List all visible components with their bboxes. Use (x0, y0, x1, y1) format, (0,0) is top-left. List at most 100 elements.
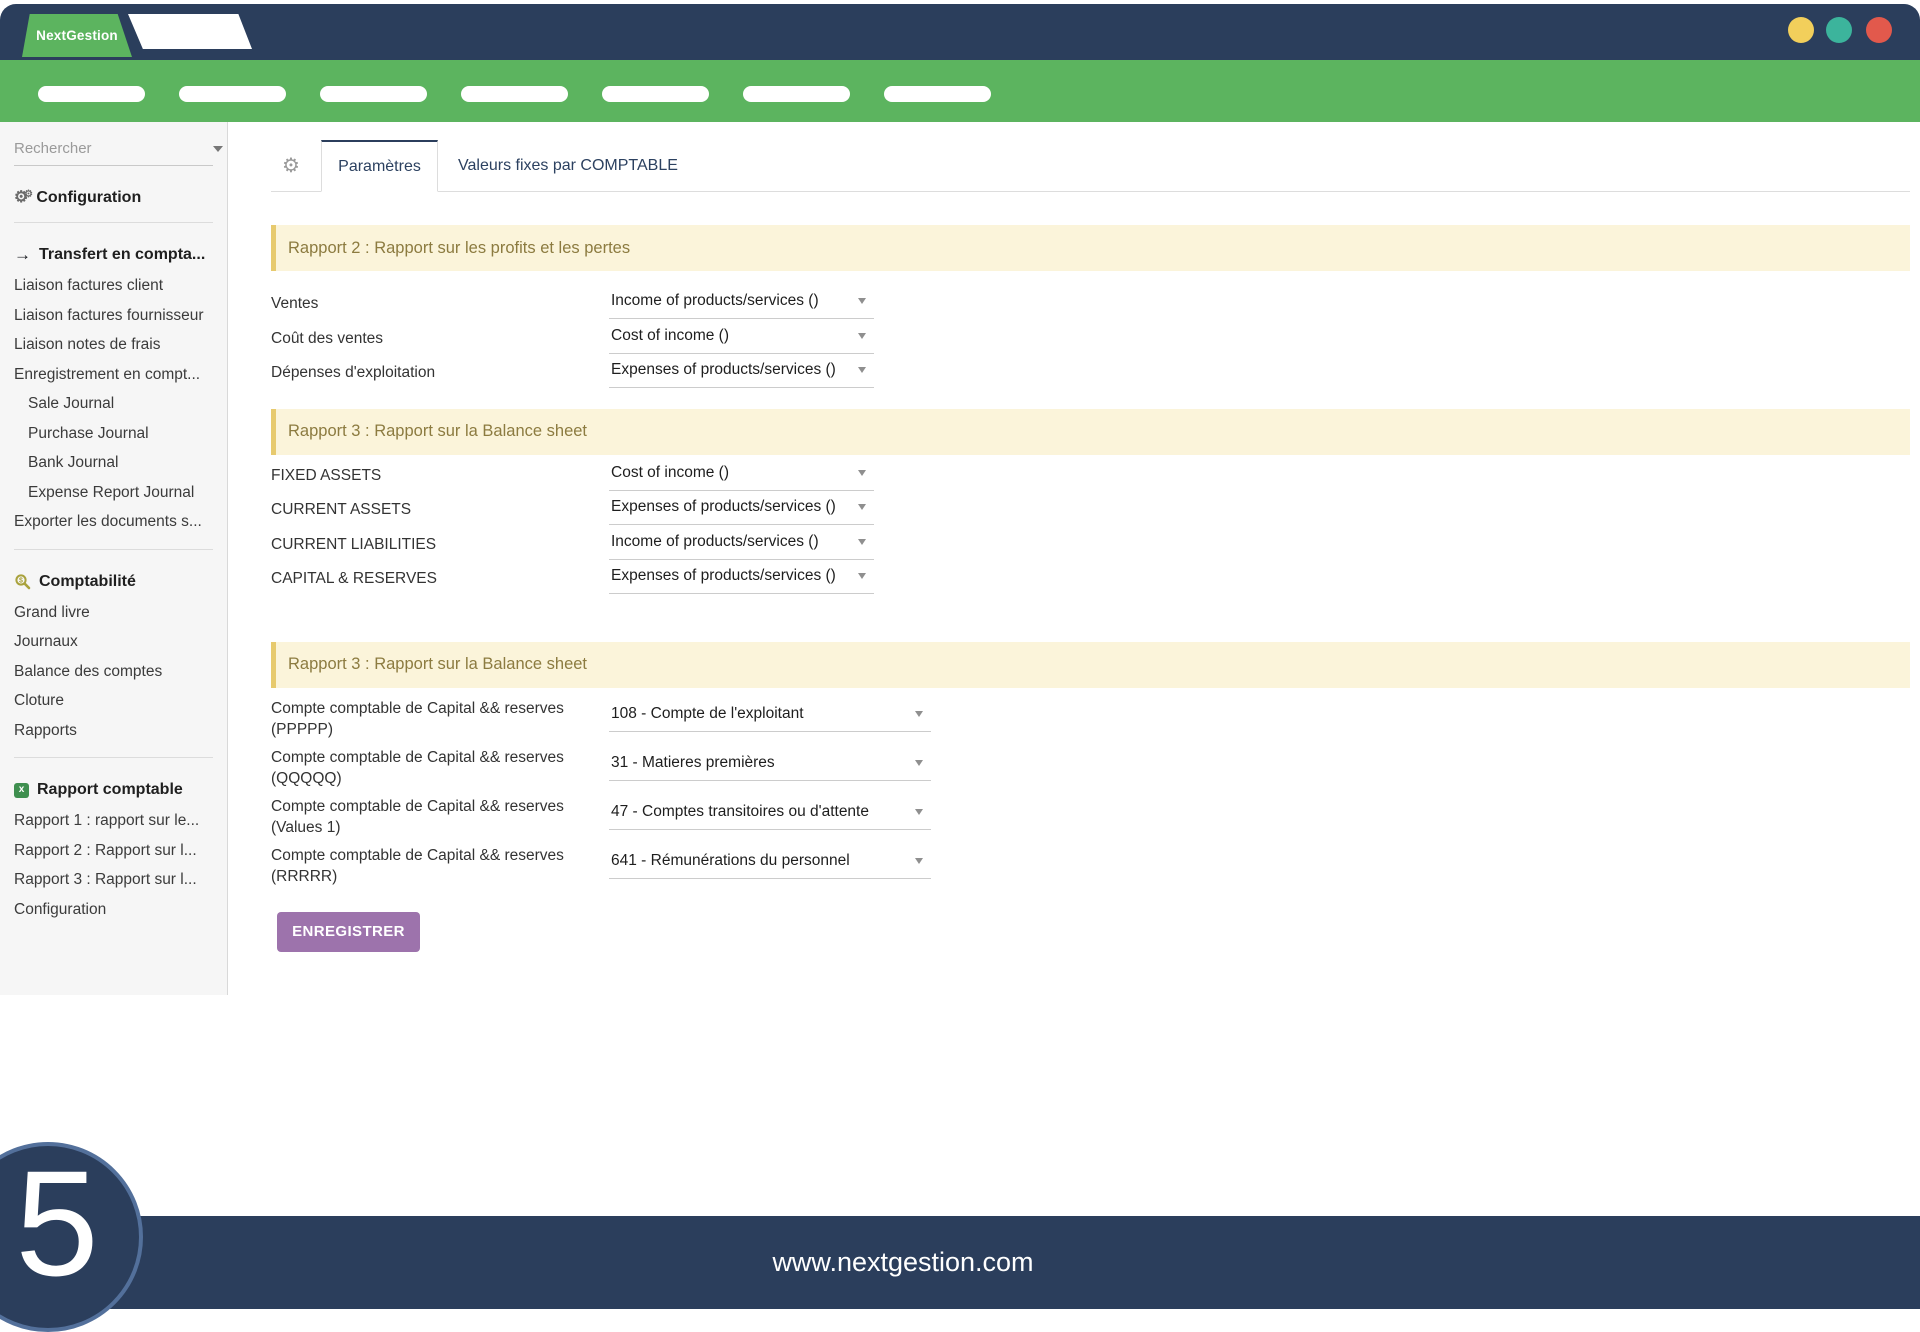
arrow-right-icon: → (14, 247, 31, 263)
capital-reserves-select[interactable]: Expenses of products/services () (609, 563, 874, 594)
compte-values-1-select[interactable]: 47 - Comptes transitoires ou d'attente (609, 799, 931, 830)
depenses-exploitation-select[interactable]: Expenses of products/services () (609, 357, 874, 388)
nav-pill-7[interactable] (884, 86, 991, 102)
chevron-down-icon (858, 298, 866, 304)
form-row: Compte comptable de Capital && reserves … (271, 794, 1910, 843)
compte-qqqqq-select[interactable]: 31 - Matieres premières (609, 750, 931, 781)
brand-label: NextGestion (36, 28, 118, 43)
tab-parametres[interactable]: Paramètres (321, 140, 438, 192)
sidebar-group-comptabilite[interactable]: $ Comptabilité (14, 570, 213, 594)
selected-value: 31 - Matieres premières (611, 754, 775, 772)
chevron-down-icon (915, 809, 923, 815)
settings-gear-button[interactable]: ⚙ (279, 140, 303, 191)
sidebar-divider (14, 222, 213, 223)
form-row: Compte comptable de Capital && reserves … (271, 745, 1910, 794)
current-liabilities-select[interactable]: Income of products/services () (609, 529, 874, 560)
excel-file-icon: x (14, 783, 29, 798)
selected-value: Income of products/services () (611, 292, 819, 310)
section-rows: Ventes Income of products/services () Co… (271, 288, 1910, 392)
selected-value: Expenses of products/services () (611, 498, 836, 516)
sidebar-item-sale-journal[interactable]: Sale Journal (12, 389, 215, 419)
selected-value: 47 - Comptes transitoires ou d'attente (611, 803, 869, 821)
window-title-bar (0, 4, 1920, 60)
sidebar-item-liaison-factures-fournisseur[interactable]: Liaison factures fournisseur (12, 301, 215, 331)
compte-rrrrr-select[interactable]: 641 - Rémunérations du personnel (609, 848, 931, 879)
sidebar-group-configuration[interactable]: ⚙⚙ Configuration (14, 186, 213, 210)
field-label-capital-reserves: CAPITAL & RESERVES (271, 563, 609, 589)
search-input[interactable] (14, 140, 213, 157)
save-button[interactable]: ENREGISTRER (277, 912, 420, 952)
sidebar-group-rapport-comptable[interactable]: x Rapport comptable (14, 778, 213, 802)
maximize-window-button[interactable] (1826, 17, 1852, 43)
nav-pill-4[interactable] (461, 86, 568, 102)
nav-pill-5[interactable] (602, 86, 709, 102)
sidebar-item-purchase-journal[interactable]: Purchase Journal (12, 419, 215, 449)
cout-des-ventes-select[interactable]: Cost of income () (609, 323, 874, 354)
selected-value: Income of products/services () (611, 533, 819, 551)
nav-pill-3[interactable] (320, 86, 427, 102)
sidebar-item-liaison-notes-de-frais[interactable]: Liaison notes de frais (12, 330, 215, 360)
tab-valeurs-fixes[interactable]: Valeurs fixes par COMPTABLE (438, 140, 698, 191)
sidebar-item-enregistrement[interactable]: Enregistrement en compt... (12, 360, 215, 390)
sidebar-group-transfert[interactable]: → Transfert en compta... (14, 243, 213, 267)
sidebar-item-rapport-3[interactable]: Rapport 3 : Rapport sur l... (12, 865, 215, 895)
form-row: CURRENT LIABILITIES Income of products/s… (271, 529, 1910, 564)
sidebar-item-expense-report-journal[interactable]: Expense Report Journal (12, 478, 215, 508)
gear-icon: ⚙ (282, 153, 300, 178)
field-label-fixed-assets: FIXED ASSETS (271, 460, 609, 486)
sidebar-search (14, 140, 213, 166)
fixed-assets-select[interactable]: Cost of income () (609, 460, 874, 491)
nav-pill-1[interactable] (38, 86, 145, 102)
selected-value: Cost of income () (611, 464, 729, 482)
current-assets-select[interactable]: Expenses of products/services () (609, 494, 874, 525)
nav-pill-6[interactable] (743, 86, 850, 102)
chevron-down-icon (858, 573, 866, 579)
sidebar-item-grand-livre[interactable]: Grand livre (12, 598, 215, 628)
field-label-compte-values-1: Compte comptable de Capital && reserves … (271, 794, 609, 838)
chevron-down-icon (858, 333, 866, 339)
sidebar-divider (14, 757, 213, 758)
sidebar: ⚙⚙ Configuration → Transfert en compta..… (0, 122, 228, 995)
selected-value: 108 - Compte de l'exploitant (611, 705, 804, 723)
field-label-current-assets: CURRENT ASSETS (271, 494, 609, 520)
sidebar-group-label: Configuration (36, 186, 141, 210)
search-dropdown-caret-icon[interactable] (213, 146, 223, 152)
sidebar-item-bank-journal[interactable]: Bank Journal (12, 448, 215, 478)
footer-website-link[interactable]: www.nextgestion.com (772, 1247, 1033, 1278)
selected-value: Expenses of products/services () (611, 361, 836, 379)
form-row: FIXED ASSETS Cost of income () (271, 460, 1910, 495)
sidebar-item-liaison-factures-client[interactable]: Liaison factures client (12, 271, 215, 301)
ventes-select[interactable]: Income of products/services () (609, 288, 874, 319)
gears-icon: ⚙⚙ (14, 190, 28, 206)
chevron-down-icon (858, 539, 866, 545)
secondary-tab-placeholder[interactable] (128, 14, 252, 49)
sidebar-item-exporter-documents[interactable]: Exporter les documents s... (12, 507, 215, 537)
section-rows: FIXED ASSETS Cost of income () CURRENT A… (271, 460, 1910, 598)
form-row: Compte comptable de Capital && reserves … (271, 843, 1910, 892)
minimize-window-button[interactable] (1788, 17, 1814, 43)
chevron-down-icon (915, 858, 923, 864)
search-dollar-icon: $ (14, 573, 31, 590)
sidebar-item-cloture[interactable]: Cloture (12, 686, 215, 716)
sidebar-item-rapports[interactable]: Rapports (12, 716, 215, 746)
selected-value: 641 - Rémunérations du personnel (611, 852, 850, 870)
sidebar-item-rapport-2[interactable]: Rapport 2 : Rapport sur l... (12, 836, 215, 866)
close-window-button[interactable] (1866, 17, 1892, 43)
form-row: CAPITAL & RESERVES Expenses of products/… (271, 563, 1910, 598)
form-row: Compte comptable de Capital && reserves … (271, 696, 1910, 745)
form-row: Ventes Income of products/services () (271, 288, 1910, 323)
sidebar-item-journaux[interactable]: Journaux (12, 627, 215, 657)
compte-ppppp-select[interactable]: 108 - Compte de l'exploitant (609, 701, 931, 732)
nav-pill-2[interactable] (179, 86, 286, 102)
brand-tab[interactable]: NextGestion (22, 14, 132, 57)
form-row: Coût des ventes Cost of income () (271, 323, 1910, 358)
sidebar-item-balance-des-comptes[interactable]: Balance des comptes (12, 657, 215, 687)
field-label-compte-ppppp: Compte comptable de Capital && reserves … (271, 696, 609, 740)
svg-text:$: $ (19, 578, 23, 585)
form-row: CURRENT ASSETS Expenses of products/serv… (271, 494, 1910, 529)
chevron-down-icon (915, 760, 923, 766)
field-label-ventes: Ventes (271, 288, 609, 314)
form-row: Dépenses d'exploitation Expenses of prod… (271, 357, 1910, 392)
sidebar-item-configuration[interactable]: Configuration (12, 895, 215, 925)
sidebar-item-rapport-1[interactable]: Rapport 1 : rapport sur le... (12, 806, 215, 836)
